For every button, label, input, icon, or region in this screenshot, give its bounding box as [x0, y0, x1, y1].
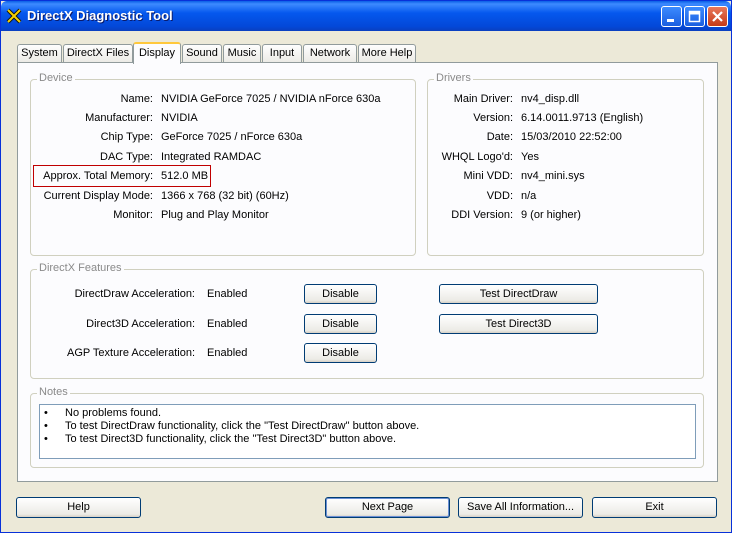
bullet-icon: •: [44, 433, 48, 445]
chip-type-label: Chip Type:: [100, 131, 153, 143]
bullet-icon: •: [44, 420, 48, 432]
disable-directdraw-button[interactable]: Disable: [304, 284, 377, 304]
disable-agp-button[interactable]: Disable: [304, 343, 377, 363]
manufacturer-value: NVIDIA: [161, 112, 198, 124]
chip-type-value: GeForce 7025 / nForce 630a: [161, 131, 303, 143]
maximize-button[interactable]: [684, 6, 705, 27]
title-bar[interactable]: DirectX Diagnostic Tool: [1, 1, 731, 31]
ddi-version-value: 9 (or higher): [521, 209, 581, 221]
close-button[interactable]: [707, 6, 728, 27]
directdraw-accel-value: Enabled: [207, 288, 248, 300]
mini-vdd-label: Mini VDD:: [463, 170, 513, 182]
vdd-label: VDD:: [486, 190, 513, 202]
window-title: DirectX Diagnostic Tool: [27, 8, 173, 23]
exit-button[interactable]: Exit: [592, 497, 717, 518]
display-mode-value: 1366 x 768 (32 bit) (60Hz): [161, 190, 289, 202]
agp-texture-accel-value: Enabled: [207, 347, 248, 359]
test-directdraw-button[interactable]: Test DirectDraw: [439, 284, 598, 304]
whql-label: WHQL Logo'd:: [441, 151, 513, 163]
directx-app-icon: [6, 8, 22, 24]
date-value: 15/03/2010 22:52:00: [521, 131, 622, 143]
device-name-value: NVIDIA GeForce 7025 / NVIDIA nForce 630a: [161, 93, 381, 105]
dac-type-value: Integrated RAMDAC: [161, 151, 262, 163]
notes-group-label: Notes: [37, 386, 70, 398]
notes-text-area[interactable]: • No problems found. • To test DirectDra…: [39, 404, 696, 459]
manufacturer-label: Manufacturer:: [85, 112, 153, 124]
device-name-label: Name:: [120, 93, 153, 105]
monitor-value: Plug and Play Monitor: [161, 209, 269, 221]
direct3d-accel-value: Enabled: [207, 318, 248, 330]
note-text: No problems found.: [65, 407, 161, 419]
memory-highlight-box: [33, 165, 211, 187]
date-label: Date:: [486, 131, 513, 143]
minimize-button[interactable]: [661, 6, 682, 27]
features-group-label: DirectX Features: [37, 262, 124, 274]
save-all-information-button[interactable]: Save All Information...: [458, 497, 583, 518]
note-text: To test Direct3D functionality, click th…: [65, 433, 397, 445]
dac-type-label: DAC Type:: [100, 151, 153, 163]
tab-more-help[interactable]: More Help: [358, 44, 416, 62]
main-driver-label: Main Driver:: [453, 93, 513, 105]
tab-sound[interactable]: Sound: [182, 44, 222, 62]
vdd-value: n/a: [521, 190, 537, 202]
display-mode-label: Current Display Mode:: [43, 190, 153, 202]
device-group-label: Device: [37, 72, 75, 84]
test-direct3d-button[interactable]: Test Direct3D: [439, 314, 598, 334]
agp-texture-accel-label: AGP Texture Acceleration:: [67, 347, 195, 359]
next-page-button[interactable]: Next Page: [325, 497, 450, 518]
main-driver-value: nv4_disp.dll: [521, 93, 580, 105]
version-value: 6.14.0011.9713 (English): [521, 112, 644, 124]
tab-system[interactable]: System: [17, 44, 62, 62]
dxdiag-window: DirectX Diagnostic Tool System DirectX F…: [0, 0, 732, 533]
tab-input[interactable]: Input: [262, 44, 302, 62]
tab-music[interactable]: Music: [223, 44, 261, 62]
version-label: Version:: [473, 112, 513, 124]
directdraw-accel-label: DirectDraw Acceleration:: [74, 288, 195, 300]
ddi-version-label: DDI Version:: [451, 209, 513, 221]
mini-vdd-value: nv4_mini.sys: [521, 170, 585, 182]
note-text: To test DirectDraw functionality, click …: [65, 420, 420, 432]
tab-directx-files[interactable]: DirectX Files: [63, 44, 133, 62]
help-button[interactable]: Help: [16, 497, 141, 518]
monitor-label: Monitor:: [113, 209, 153, 221]
disable-direct3d-button[interactable]: Disable: [304, 314, 377, 334]
drivers-group-label: Drivers: [434, 72, 473, 84]
direct3d-accel-label: Direct3D Acceleration:: [86, 318, 195, 330]
whql-value: Yes: [521, 151, 539, 163]
tab-network[interactable]: Network: [303, 44, 357, 62]
bullet-icon: •: [44, 407, 48, 419]
tab-display[interactable]: Display: [133, 42, 181, 64]
drivers-group: Drivers: [427, 72, 704, 256]
